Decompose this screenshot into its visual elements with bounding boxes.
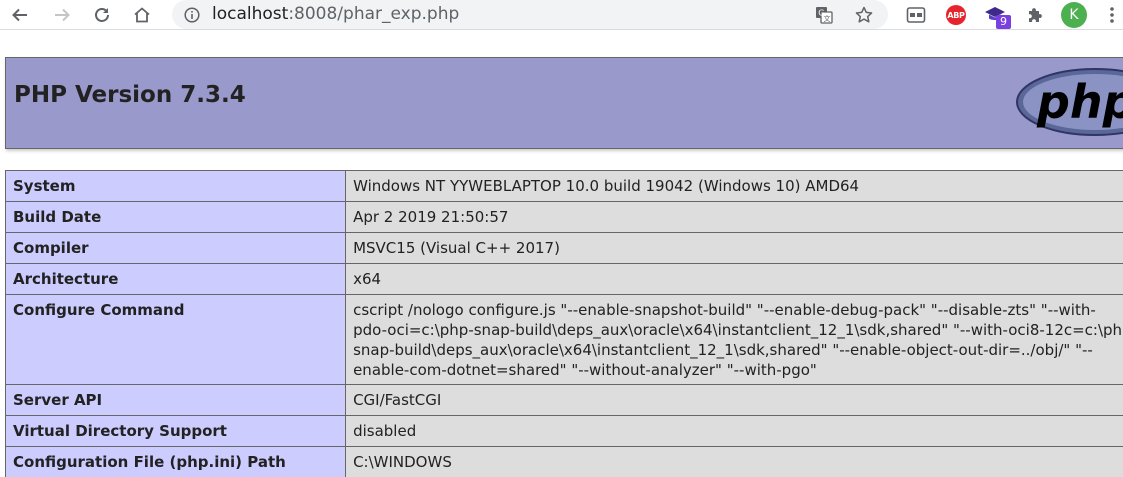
address-bar[interactable]: localhost:8008/phar_exp.php G文 — [172, 0, 888, 29]
row-value: C:\WINDOWS — [345, 446, 1123, 477]
configure-line: cscript /nologo configure.js "--enable-s… — [353, 301, 1096, 319]
home-icon[interactable] — [130, 3, 154, 27]
extension-badge: 9 — [996, 15, 1011, 29]
svg-text:文: 文 — [824, 14, 831, 23]
row-value: Windows NT YYWEBLAPTOP 10.0 build 19042 … — [345, 170, 1123, 202]
php-version-header: PHP Version 7.3.4 php — [5, 57, 1123, 149]
row-key: Configuration File (php.ini) Path — [4, 446, 347, 477]
row-value: Apr 2 2019 21:50:57 — [345, 201, 1123, 233]
php-logo[interactable]: php — [1015, 66, 1123, 138]
avatar[interactable]: K — [1061, 2, 1087, 28]
kebab-menu-icon[interactable] — [1107, 5, 1117, 25]
url-host: localhost — [212, 4, 289, 24]
row-key: Virtual Directory Support — [4, 415, 347, 447]
table-row: Architecture x64 — [4, 263, 1123, 295]
row-key: Build Date — [4, 201, 347, 233]
adblock-label: ABP — [946, 5, 966, 25]
row-value: MSVC15 (Visual C++ 2017) — [345, 232, 1123, 264]
configure-line: snap-build\deps_aux\oracle\x64\instantcl… — [353, 341, 1093, 359]
translate-icon[interactable]: G文 — [814, 5, 834, 25]
table-row: Configuration File (php.ini) Path C:\WIN… — [4, 446, 1123, 477]
info-icon[interactable] — [184, 7, 200, 27]
puzzle-icon[interactable] — [1024, 4, 1046, 26]
row-key: Architecture — [4, 263, 347, 295]
table-row: Compiler MSVC15 (Visual C++ 2017) — [4, 232, 1123, 264]
arrow-right-icon[interactable] — [50, 3, 74, 27]
url-path: :8008/phar_exp.php — [288, 4, 460, 24]
table-row: Virtual Directory Support disabled — [4, 415, 1123, 447]
php-logo-text: php — [1036, 75, 1123, 129]
row-value: x64 — [345, 263, 1123, 295]
browser-toolbar: localhost:8008/phar_exp.php G文 ABP 9 K — [0, 0, 1123, 30]
table-row: Build Date Apr 2 2019 21:50:57 — [4, 201, 1123, 233]
row-value: cscript /nologo configure.js "--enable-s… — [345, 294, 1123, 385]
star-icon[interactable] — [854, 5, 874, 25]
table-row: Server API CGI/FastCGI — [4, 384, 1123, 416]
table-row: Configure Command cscript /nologo config… — [4, 294, 1123, 385]
configure-line: enable-com-dotnet=shared" "--without-ana… — [353, 361, 817, 379]
tab-manager-icon[interactable] — [905, 4, 927, 26]
row-key: Configure Command — [4, 294, 347, 385]
row-value: disabled — [345, 415, 1123, 447]
table-row: System Windows NT YYWEBLAPTOP 10.0 build… — [4, 170, 1123, 202]
arrow-left-icon[interactable] — [8, 3, 32, 27]
row-key: System — [4, 170, 347, 202]
reload-icon[interactable] — [90, 3, 114, 27]
url-text[interactable]: localhost:8008/phar_exp.php — [212, 3, 459, 25]
php-info-table: System Windows NT YYWEBLAPTOP 10.0 build… — [4, 170, 1123, 477]
row-key: Compiler — [4, 232, 347, 264]
configure-line: pdo-oci=c:\php-snap-build\deps_aux\oracl… — [353, 321, 1123, 339]
row-value: CGI/FastCGI — [345, 384, 1123, 416]
row-key: Server API — [4, 384, 347, 416]
page-content: PHP Version 7.3.4 php System Windows NT … — [0, 36, 1123, 477]
page-title: PHP Version 7.3.4 — [14, 82, 246, 108]
adblock-icon[interactable]: ABP — [945, 4, 967, 26]
